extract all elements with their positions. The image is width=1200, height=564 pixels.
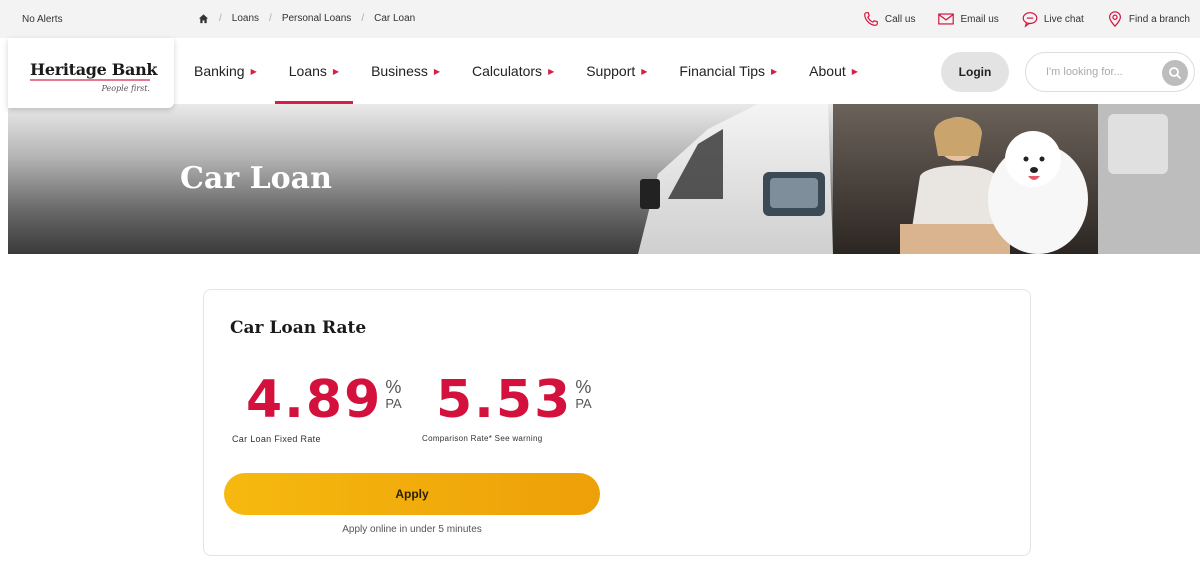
call-us-link[interactable]: Call us	[862, 10, 916, 28]
nav-label: About	[809, 63, 846, 79]
brand-tagline: People first.	[101, 84, 150, 93]
phone-icon	[863, 12, 878, 26]
nav-item-loans[interactable]: Loans ▶	[274, 38, 354, 104]
location-pin-icon	[1108, 11, 1121, 28]
comparison-rate-warning-link[interactable]: Comparison Rate* See warning	[422, 434, 542, 443]
breadcrumb-separator: /	[361, 13, 365, 24]
search-box	[1025, 52, 1195, 92]
fixed-rate-value: 4.89	[246, 370, 383, 430]
search-icon	[1169, 67, 1182, 80]
apply-button[interactable]: Apply	[224, 473, 600, 515]
hero-banner: Car Loan	[8, 104, 1200, 254]
search-input[interactable]	[1046, 66, 1146, 78]
nav-label: Banking	[194, 63, 245, 79]
comparison-rate: 5.53 % PA	[436, 374, 592, 426]
caret-right-icon: ▶	[433, 66, 441, 76]
chat-icon	[1022, 12, 1038, 28]
fixed-rate-unit: %	[385, 377, 402, 397]
page-title: Car Loan	[180, 161, 332, 196]
breadcrumb-separator: /	[269, 13, 272, 24]
logo[interactable]: Heritage Bank People first.	[8, 38, 174, 108]
caret-right-icon: ▶	[548, 66, 555, 76]
mail-icon	[938, 13, 955, 25]
caret-right-icon: ▶	[250, 66, 257, 76]
rate-card: Car Loan Rate 4.89 % PA Car Loan Fixed R…	[203, 289, 1031, 556]
brand-underline	[30, 79, 150, 81]
rate-card-title: Car Loan Rate	[230, 318, 367, 338]
brand-name: Heritage Bank	[30, 60, 158, 79]
login-button[interactable]: Login	[941, 52, 1009, 92]
nav-item-about[interactable]: About ▶	[809, 38, 858, 104]
alerts-status[interactable]: No Alerts	[22, 14, 63, 25]
nav-item-banking[interactable]: Banking ▶	[194, 38, 257, 104]
breadcrumb-car-loan: Car Loan	[374, 13, 416, 24]
nav-label: Calculators	[472, 63, 543, 79]
nav-item-financial-tips[interactable]: Financial Tips ▶	[679, 38, 777, 104]
comparison-rate-suffix: % PA	[575, 378, 591, 412]
breadcrumb: / Loans / Personal Loans / Car Loan	[198, 13, 415, 24]
find-branch-label: Find a branch	[1128, 13, 1190, 25]
breadcrumb-loans[interactable]: Loans	[232, 13, 259, 24]
main-nav: Banking ▶ Loans ▶ Business ▶ Calculators ▶ S…	[194, 38, 890, 104]
caret-right-icon: ▶	[851, 66, 858, 76]
nav-label: Support	[586, 63, 636, 79]
apply-note: Apply online in under 5 minutes	[342, 524, 482, 535]
utility-links: Call us Email us Live chat Find a branch	[862, 10, 1190, 28]
nav-item-calculators[interactable]: Calculators ▶	[472, 38, 554, 104]
comparison-rate-unit: %	[575, 377, 592, 397]
fixed-rate-suffix: % PA	[385, 378, 401, 412]
email-us-link[interactable]: Email us	[937, 10, 999, 28]
utility-bar: No Alerts / Loans / Personal Loans / Car…	[0, 0, 1200, 38]
nav-label: Loans	[288, 63, 327, 79]
comparison-rate-period: PA	[575, 396, 592, 411]
caret-right-icon: ▶	[641, 66, 648, 76]
nav-item-business[interactable]: Business ▶	[371, 38, 440, 104]
home-icon[interactable]	[198, 13, 209, 24]
hero-image	[638, 104, 1200, 254]
search-button[interactable]	[1162, 60, 1188, 86]
nav-label: Financial Tips	[679, 63, 766, 79]
nav-label: Business	[371, 63, 428, 79]
fixed-rate: 4.89 % PA	[246, 374, 402, 426]
email-us-label: Email us	[960, 13, 999, 25]
fixed-rate-label: Car Loan Fixed Rate	[232, 434, 321, 444]
caret-right-icon: ▶	[771, 66, 778, 76]
fixed-rate-period: PA	[385, 396, 402, 411]
call-us-label: Call us	[884, 13, 916, 25]
breadcrumb-separator: /	[219, 13, 222, 24]
nav-item-support[interactable]: Support ▶	[586, 38, 647, 104]
breadcrumb-personal-loans[interactable]: Personal Loans	[282, 13, 352, 24]
caret-right-icon: ▶	[332, 66, 340, 76]
find-branch-link[interactable]: Find a branch	[1106, 10, 1190, 28]
live-chat-label: Live chat	[1043, 13, 1084, 25]
comparison-rate-value: 5.53	[436, 370, 573, 430]
live-chat-link[interactable]: Live chat	[1021, 10, 1084, 28]
